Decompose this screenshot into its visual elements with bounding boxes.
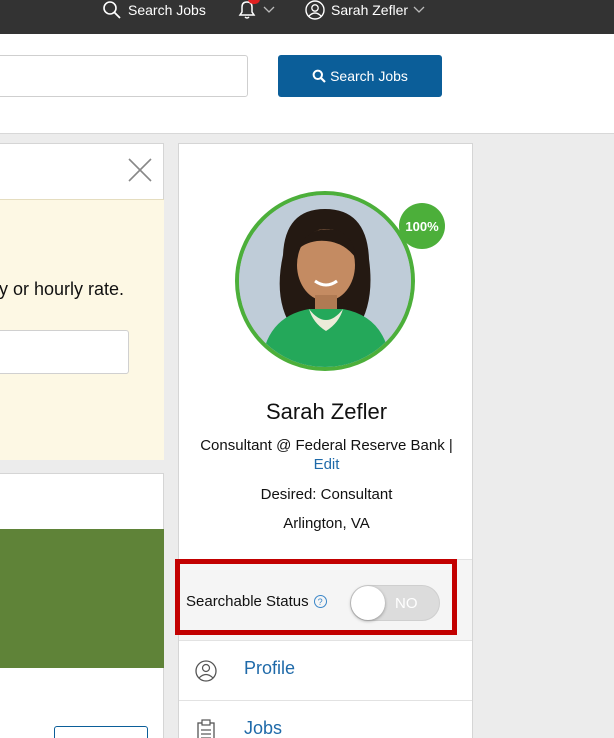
search-jobs-button[interactable]: Search Jobs (278, 55, 442, 97)
notifications-button[interactable] (236, 0, 275, 20)
sidebar-item-profile-label: Profile (244, 658, 296, 678)
sidebar-item-profile[interactable]: Profile (179, 641, 472, 701)
user-avatar-icon (195, 660, 217, 682)
highlight-box (175, 559, 457, 635)
search-band: Search Jobs (0, 34, 614, 134)
promo-banner (0, 529, 164, 668)
profile-edit-link[interactable]: Edit (179, 456, 474, 473)
user-avatar-icon (305, 0, 325, 20)
profile-role: Consultant @ Federal Reserve Bank | (200, 437, 453, 454)
chevron-down-icon (263, 6, 275, 13)
search-jobs-button-label: Search Jobs (330, 68, 408, 84)
salary-prompt-card: y or hourly rate. (0, 143, 164, 460)
top-search-jobs-label: Search Jobs (128, 2, 206, 18)
job-search-input[interactable] (0, 55, 248, 97)
top-search-jobs-link[interactable]: Search Jobs (102, 0, 206, 20)
promo-button[interactable] (54, 726, 148, 738)
user-name-label: Sarah Zefler (331, 2, 409, 18)
profile-desired-title: Desired: Consultant (260, 486, 393, 503)
close-icon[interactable] (127, 157, 153, 183)
search-icon (103, 1, 121, 19)
chevron-down-icon (413, 6, 425, 13)
sidebar-item-jobs-label: Jobs (244, 718, 283, 738)
sidebar-item-jobs[interactable]: Jobs (179, 701, 472, 738)
profile-photo[interactable] (235, 191, 415, 371)
profile-card: 100% Sarah Zefler Consultant @ Federal R… (178, 143, 473, 738)
search-icon (312, 69, 326, 83)
notification-badge (248, 0, 260, 4)
salary-prompt-panel: y or hourly rate. (0, 199, 164, 460)
profile-location: Arlington, VA (283, 515, 370, 532)
user-menu[interactable]: Sarah Zefler (305, 0, 425, 20)
profile-completion-badge: 100% (399, 203, 445, 249)
profile-name: Sarah Zefler (265, 399, 388, 424)
rate-prompt-text: y or hourly rate. (0, 279, 125, 299)
rate-input[interactable] (0, 330, 129, 374)
clipboard-icon (197, 719, 215, 738)
promo-card (0, 473, 164, 738)
profile-photo-image (239, 195, 411, 367)
top-navigation-bar: Search Jobs Sarah Zefler (0, 0, 614, 34)
